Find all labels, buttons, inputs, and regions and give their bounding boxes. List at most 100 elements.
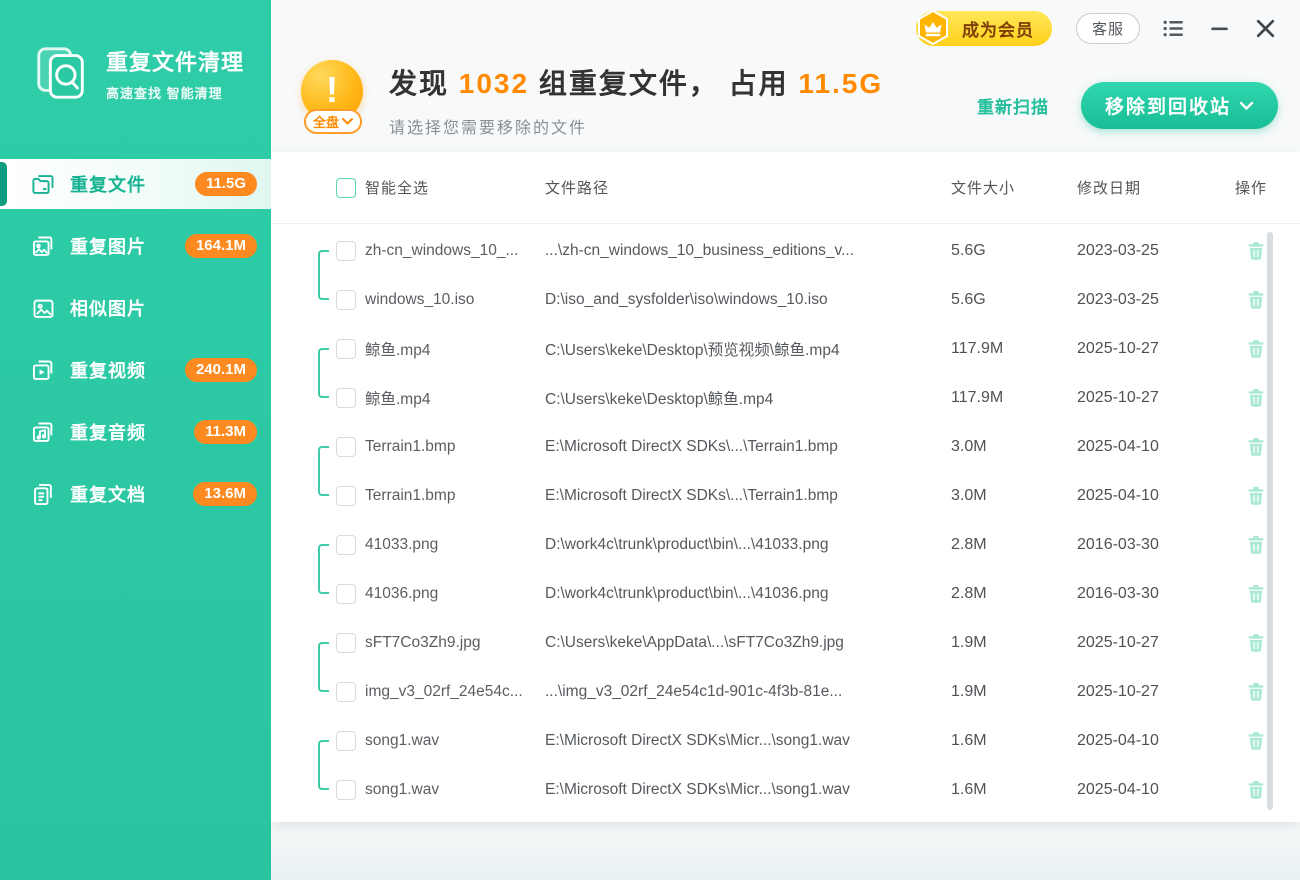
file-date: 2025-04-10 <box>1077 487 1227 505</box>
row-checkbox[interactable] <box>336 437 356 457</box>
row-checkbox[interactable] <box>336 290 356 310</box>
file-size: 1.6M <box>951 781 1077 799</box>
file-path: E:\Microsoft DirectX SDKs\Micr...\song1.… <box>545 732 951 750</box>
app-title: 重复文件清理 <box>106 45 244 77</box>
row-checkbox[interactable] <box>336 731 356 751</box>
file-path: C:\Users\keke\Desktop\预览视频\鲸鱼.mp4 <box>545 338 951 360</box>
trash-icon <box>1245 632 1267 654</box>
size-badge: 164.1M <box>185 234 257 259</box>
file-path: C:\Users\keke\AppData\...\sFT7Co3Zh9.jpg <box>545 634 951 652</box>
select-all-checkbox[interactable] <box>336 178 356 198</box>
row-checkbox[interactable] <box>336 682 356 702</box>
table-row: sFT7Co3Zh9.jpg C:\Users\keke\AppData\...… <box>271 618 1300 667</box>
sidebar-item-label: 重复文档 <box>70 481 193 507</box>
delete-button[interactable] <box>1245 779 1267 801</box>
file-path: D:\iso_and_sysfolder\iso\windows_10.iso <box>545 291 951 309</box>
file-size: 1.6M <box>951 732 1077 750</box>
file-size: 1.9M <box>951 683 1077 701</box>
scan-scope-dropdown[interactable]: 全盘 <box>304 109 362 134</box>
sidebar-item-duplicate-docs[interactable]: 重复文档 13.6M <box>0 469 271 519</box>
delete-button[interactable] <box>1245 240 1267 262</box>
delete-button[interactable] <box>1245 485 1267 507</box>
table-row: 鲸鱼.mp4 C:\Users\keke\Desktop\预览视频\鲸鱼.mp4… <box>271 324 1300 373</box>
delete-button[interactable] <box>1245 387 1267 409</box>
row-checkbox[interactable] <box>336 241 356 261</box>
delete-button[interactable] <box>1245 534 1267 556</box>
trash-icon <box>1245 338 1267 360</box>
become-member-button[interactable]: 成为会员 <box>916 11 1052 46</box>
file-name: 41033.png <box>365 536 545 554</box>
duplicate-group: 鲸鱼.mp4 C:\Users\keke\Desktop\预览视频\鲸鱼.mp4… <box>271 324 1300 422</box>
delete-button[interactable] <box>1245 338 1267 360</box>
table-row: zh-cn_windows_10_... ...\zh-cn_windows_1… <box>271 226 1300 275</box>
file-date: 2023-03-25 <box>1077 291 1227 309</box>
group-bracket <box>318 642 329 692</box>
chevron-down-icon <box>342 118 353 125</box>
sidebar-nav: 重复文件 11.5G 重复图片 164.1M <box>0 159 271 519</box>
sidebar-item-duplicate-images[interactable]: 重复图片 164.1M <box>0 221 271 271</box>
delete-button[interactable] <box>1245 289 1267 311</box>
file-date: 2016-03-30 <box>1077 585 1227 603</box>
duplicate-group: 41033.png D:\work4c\trunk\product\bin\..… <box>271 520 1300 618</box>
chevron-down-icon <box>1239 101 1254 111</box>
summary-subtitle: 请选择您需要移除的文件 <box>389 114 977 138</box>
remove-to-recycle-button[interactable]: 移除到回收站 <box>1081 82 1278 129</box>
duplicate-group: zh-cn_windows_10_... ...\zh-cn_windows_1… <box>271 226 1300 324</box>
file-size: 2.8M <box>951 536 1077 554</box>
close-icon[interactable] <box>1252 15 1278 41</box>
sidebar-item-similar-images[interactable]: 相似图片 <box>0 283 271 333</box>
file-size: 5.6G <box>951 242 1077 260</box>
file-date: 2016-03-30 <box>1077 536 1227 554</box>
column-date: 修改日期 <box>1077 177 1227 198</box>
sidebar-item-duplicate-audio[interactable]: 重复音频 11.3M <box>0 407 271 457</box>
delete-button[interactable] <box>1245 436 1267 458</box>
column-action: 操作 <box>1227 177 1267 198</box>
menu-list-icon[interactable] <box>1160 15 1186 41</box>
vertical-scrollbar[interactable] <box>1267 232 1273 810</box>
file-path: E:\Microsoft DirectX SDKs\...\Terrain1.b… <box>545 438 951 456</box>
file-date: 2025-10-27 <box>1077 634 1227 652</box>
file-date: 2025-10-27 <box>1077 340 1227 358</box>
row-checkbox[interactable] <box>336 486 356 506</box>
delete-button[interactable] <box>1245 632 1267 654</box>
sidebar-item-duplicate-videos[interactable]: 重复视频 240.1M <box>0 345 271 395</box>
duplicate-audio-icon <box>30 419 57 446</box>
duplicate-file-table: 智能全选 文件路径 文件大小 修改日期 操作 zh-cn_windows_10_… <box>271 152 1300 822</box>
row-checkbox[interactable] <box>336 584 356 604</box>
file-path: ...\zh-cn_windows_10_business_editions_v… <box>545 242 951 260</box>
become-member-label: 成为会员 <box>962 21 1034 40</box>
sidebar-item-duplicate-files[interactable]: 重复文件 11.5G <box>0 159 271 209</box>
minimize-icon[interactable] <box>1206 15 1232 41</box>
rescan-button[interactable]: 重新扫描 <box>977 93 1049 118</box>
column-size: 文件大小 <box>951 177 1077 198</box>
sidebar: 重复文件清理 高速查找 智能清理 重复文件 11.5G <box>0 0 271 880</box>
file-size: 1.9M <box>951 634 1077 652</box>
table-row: 鲸鱼.mp4 C:\Users\keke\Desktop\鲸鱼.mp4 117.… <box>271 373 1300 422</box>
trash-icon <box>1245 387 1267 409</box>
scan-scope-label: 全盘 <box>313 112 339 131</box>
file-path: E:\Microsoft DirectX SDKs\Micr...\song1.… <box>545 781 951 799</box>
row-checkbox[interactable] <box>336 339 356 359</box>
table-row: 41036.png D:\work4c\trunk\product\bin\..… <box>271 569 1300 618</box>
table-row: Terrain1.bmp E:\Microsoft DirectX SDKs\.… <box>271 471 1300 520</box>
column-path: 文件路径 <box>545 177 951 198</box>
row-checkbox[interactable] <box>336 535 356 555</box>
file-name: Terrain1.bmp <box>365 438 545 456</box>
support-button[interactable]: 客服 <box>1076 13 1140 44</box>
delete-button[interactable] <box>1245 583 1267 605</box>
row-checkbox[interactable] <box>336 780 356 800</box>
titlebar: 成为会员 客服 <box>271 0 1300 56</box>
delete-button[interactable] <box>1245 730 1267 752</box>
row-checkbox[interactable] <box>336 633 356 653</box>
app-logo-icon <box>30 42 92 104</box>
row-checkbox[interactable] <box>336 388 356 408</box>
trash-icon <box>1245 436 1267 458</box>
file-size: 3.0M <box>951 487 1077 505</box>
summary-title: 发现 1032 组重复文件， 占用 11.5G <box>389 62 977 102</box>
duplicate-group: Terrain1.bmp E:\Microsoft DirectX SDKs\.… <box>271 422 1300 520</box>
delete-button[interactable] <box>1245 681 1267 703</box>
file-date: 2025-04-10 <box>1077 438 1227 456</box>
app-window: 重复文件清理 高速查找 智能清理 重复文件 11.5G <box>0 0 1300 880</box>
size-badge: 11.5G <box>195 172 257 197</box>
size-badge: 11.3M <box>194 420 257 445</box>
